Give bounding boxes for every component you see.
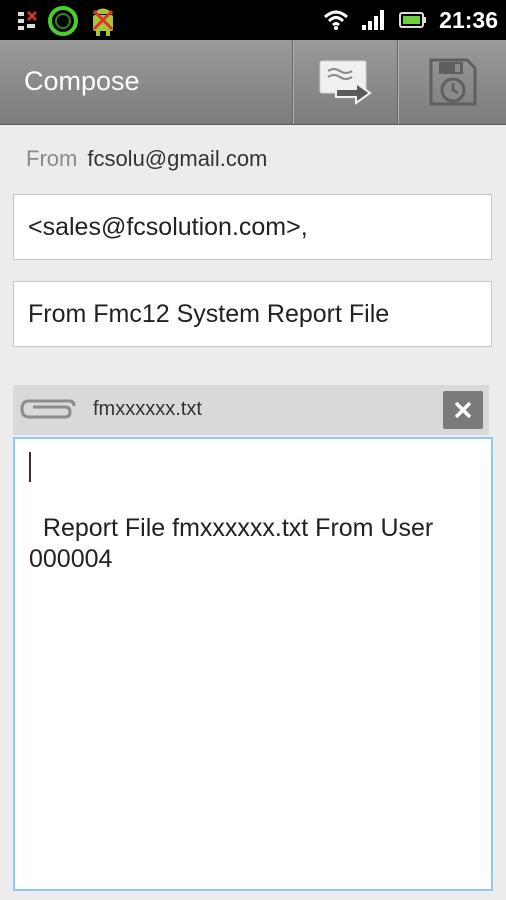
attachment-bar: fmxxxxxx.txt: [13, 385, 489, 435]
android-debug-icon: [92, 8, 114, 36]
sync-circle-icon: [48, 6, 78, 36]
from-label: From: [26, 146, 78, 171]
paperclip-icon: [20, 399, 76, 419]
close-icon: [454, 401, 472, 419]
action-bar: Compose: [0, 40, 506, 125]
text-cursor: [29, 452, 31, 482]
status-bar-left: [16, 4, 118, 38]
to-field-value: <sales@fcsolution.com>,: [28, 212, 308, 241]
status-bar-right: 21:36: [323, 0, 498, 40]
message-body-text: Report File fmxxxxxx.txt From User 00000…: [29, 514, 434, 573]
battery-icon: [399, 12, 427, 28]
send-button[interactable]: [292, 40, 397, 124]
remove-attachment-button[interactable]: [443, 391, 483, 429]
subject-field[interactable]: From Fmc12 System Report File: [13, 281, 492, 347]
wifi-icon: [324, 10, 349, 30]
save-draft-button[interactable]: [397, 40, 506, 124]
save-draft-icon: [429, 58, 476, 106]
subject-field-value: From Fmc12 System Report File: [28, 299, 390, 328]
signal-icon: [362, 10, 385, 30]
from-account[interactable]: fcsolu@gmail.com: [87, 146, 267, 171]
status-bar: 21:36: [0, 0, 506, 40]
page-title: Compose: [24, 66, 140, 96]
status-clock: 21:36: [439, 6, 498, 33]
attachment-filename: fmxxxxxx.txt: [93, 398, 202, 420]
from-row: From fcsolu@gmail.com: [26, 146, 267, 172]
send-mail-icon: [319, 60, 372, 105]
message-body-field[interactable]: Report File fmxxxxxx.txt From User 00000…: [13, 437, 493, 891]
notification-x-icon: [18, 11, 37, 30]
to-field[interactable]: <sales@fcsolution.com>,: [13, 194, 492, 260]
